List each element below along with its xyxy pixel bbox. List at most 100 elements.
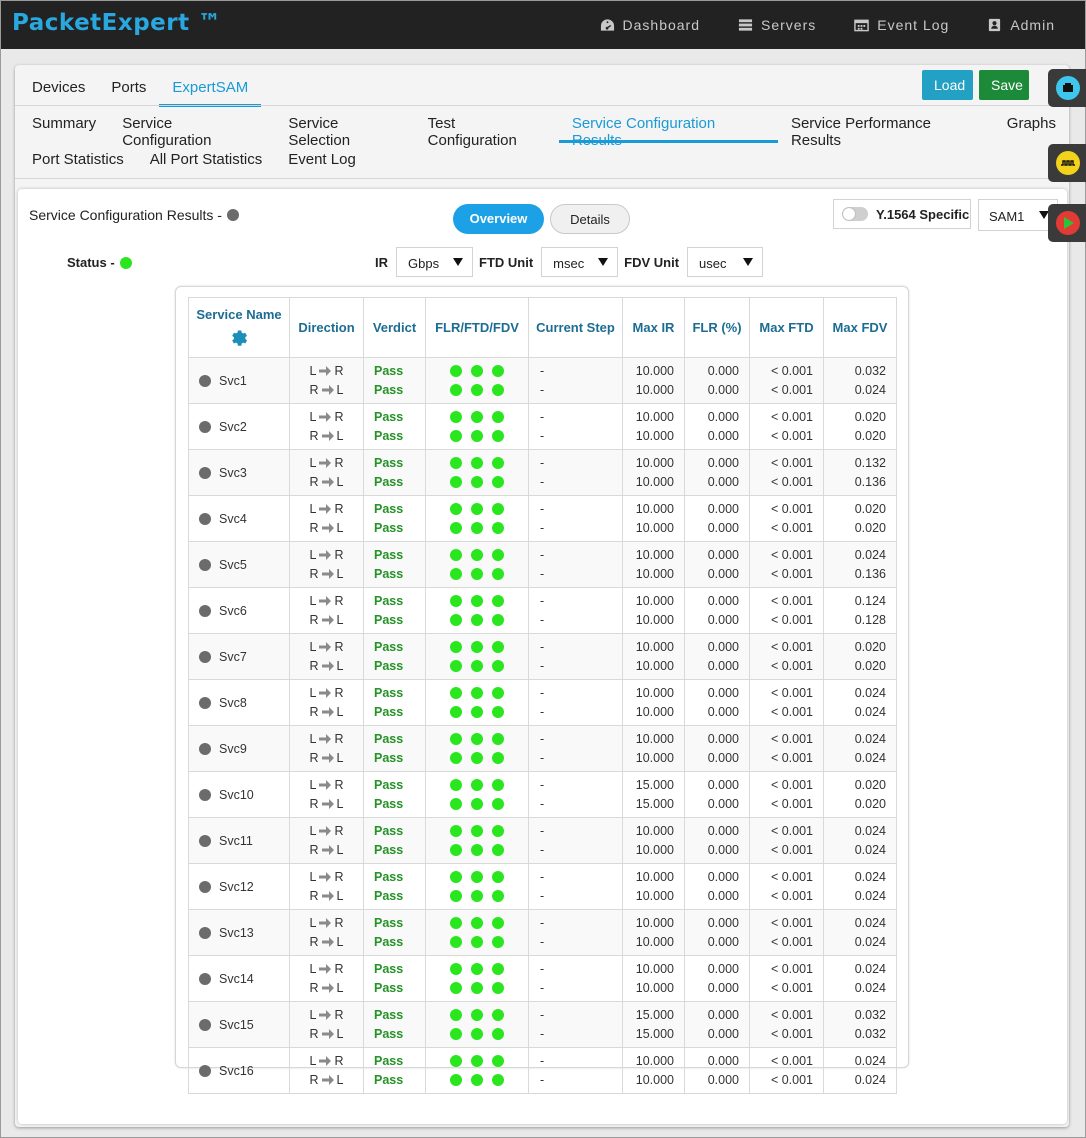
dir-to: L xyxy=(336,934,344,949)
table-row[interactable]: Svc9 L R R L Pass Pass - -10.000 10.000 0.000 0.000… xyxy=(188,725,897,772)
details-button[interactable]: Details xyxy=(550,204,630,234)
tab-devices[interactable]: Devices xyxy=(19,71,98,107)
service-status-dot xyxy=(199,1064,211,1077)
table-row[interactable]: Svc14 L R R L Pass Pass - -10.000 10.000 0.000 0.00… xyxy=(188,955,897,1002)
max-ir-rl: 10.000 xyxy=(635,980,674,995)
col-service-name-label: Service Name xyxy=(196,307,282,322)
cell-current-step: -- xyxy=(528,1001,623,1048)
ftd-indicator xyxy=(471,430,483,442)
cell-flr: 0.000 0.000 xyxy=(684,1001,750,1048)
max-ftd-lr: < 0.001 xyxy=(770,409,813,424)
table-row[interactable]: Svc7 L R R L Pass Pass - -10.000 10.000 0.000 0.000… xyxy=(188,633,897,680)
indicator-row-rl xyxy=(426,381,528,400)
nav-admin[interactable]: Admin xyxy=(987,17,1055,33)
table-row[interactable]: Svc13 L R R L Pass Pass - -10.000 10.000 0.000 0.00… xyxy=(188,909,897,956)
fdv-indicator xyxy=(492,476,504,488)
cell-direction: LRRL xyxy=(289,541,364,588)
table-row[interactable]: Svc2 L R R L Pass Pass - -10.000 10.000 0.000 0.000… xyxy=(188,403,897,450)
dir-from: L xyxy=(309,455,317,470)
save-button[interactable]: Save xyxy=(979,70,1029,100)
table-row[interactable]: Svc8 L R R L Pass Pass - -10.000 10.000 0.000 0.000… xyxy=(188,679,897,726)
table-row[interactable]: Svc5 L R R L Pass Pass - -10.000 10.000 0.000 0.000… xyxy=(188,541,897,588)
table-row[interactable]: Svc11 L R R L Pass Pass - -10.000 10.000 0.000 0.00… xyxy=(188,817,897,864)
tab-test-configuration[interactable]: Test Configuration xyxy=(415,107,559,149)
ftd-unit-select[interactable]: msec xyxy=(541,247,619,277)
nav-servers[interactable]: Servers xyxy=(738,17,816,33)
arrow-right-icon xyxy=(321,799,334,809)
brand-logo[interactable]: PacketExpert ™ xyxy=(12,10,222,36)
table-row[interactable]: Svc6 L R R L Pass Pass - -10.000 10.000 0.000 0.000… xyxy=(188,587,897,634)
table-row[interactable]: Svc10 L R R L Pass Pass - -15.000 15.000 0.000 0.00… xyxy=(188,771,897,818)
flr-indicator xyxy=(450,733,462,745)
service-name: Svc4 xyxy=(219,511,247,526)
tab-ports[interactable]: Ports xyxy=(98,71,159,107)
sub-tabs-row2: Port Statistics All Port Statistics Even… xyxy=(19,143,369,179)
cell-verdict: Pass Pass xyxy=(363,541,426,588)
verdict-lr: Pass xyxy=(374,1007,404,1022)
tab-port-statistics[interactable]: Port Statistics xyxy=(19,143,137,179)
table-row[interactable]: Svc16 L R R L Pass Pass - -10.000 10.000 0.000 0.00… xyxy=(188,1047,897,1094)
tab-summary[interactable]: Summary xyxy=(19,107,109,143)
flr-lr: 0.000 xyxy=(707,501,739,516)
sub-tabs: Summary Service Configuration Service Se… xyxy=(19,107,1069,149)
table-row[interactable]: Svc4 L R R L Pass Pass - -10.000 10.000 0.000 0.000… xyxy=(188,495,897,542)
cell-max-fdv: 0.020 0.020 xyxy=(823,495,897,542)
ftd-indicator xyxy=(471,917,483,929)
gear-icon[interactable] xyxy=(229,328,249,348)
nav-event-log[interactable]: Event Log xyxy=(854,17,949,33)
load-button[interactable]: Load xyxy=(922,70,973,100)
tab-service-configuration-results[interactable]: Service Configuration Results xyxy=(558,107,778,149)
step-lr: - xyxy=(540,823,545,838)
flr-lr: 0.000 xyxy=(707,1053,739,1068)
cell-current-step: -- xyxy=(528,587,623,634)
cell-max-fdv: 0.024 0.024 xyxy=(823,1047,897,1094)
fdv-indicator xyxy=(492,1028,504,1040)
flr-indicator xyxy=(450,411,462,423)
tab-graphs[interactable]: Graphs xyxy=(994,107,1069,143)
max-ir-lr: 10.000 xyxy=(635,1053,674,1068)
cell-max-ftd: < 0.001 < 0.001 xyxy=(749,863,824,910)
tab-service-configuration[interactable]: Service Configuration xyxy=(109,107,275,149)
service-status-dot xyxy=(199,558,211,571)
cell-flr-ftd-fdv xyxy=(425,817,529,864)
overview-button[interactable]: Overview xyxy=(453,204,544,234)
nav-dashboard[interactable]: Dashboard xyxy=(600,17,701,33)
indicator-row-rl xyxy=(426,979,528,998)
cell-current-step: -- xyxy=(528,725,623,772)
ftd-indicator xyxy=(471,1028,483,1040)
ftd-indicator xyxy=(471,549,483,561)
tab-divider-2 xyxy=(15,178,1069,179)
direction-l-to-r: LR xyxy=(290,960,363,979)
table-row[interactable]: Svc1 L R R L Pass Pass - -10.000 10.000 0.000 0.000… xyxy=(188,357,897,404)
ir-unit-select[interactable]: Gbps xyxy=(396,247,473,277)
dir-from: L xyxy=(309,639,317,654)
table-row[interactable]: Svc3 L R R L Pass Pass - -10.000 10.000 0.000 0.000… xyxy=(188,449,897,496)
tab-service-selection[interactable]: Service Selection xyxy=(275,107,414,149)
float-network-button[interactable] xyxy=(1048,69,1086,107)
step-rl: - xyxy=(540,566,545,581)
ftd-indicator xyxy=(471,1055,483,1067)
y1564-toggle[interactable]: Y.1564 Specific xyxy=(833,199,971,229)
arrow-right-icon xyxy=(319,412,332,422)
service-name: Svc13 xyxy=(219,925,254,940)
tab-event-log[interactable]: Event Log xyxy=(275,143,369,179)
float-play-button[interactable] xyxy=(1048,204,1086,242)
direction-r-to-l: RL xyxy=(290,427,363,446)
col-direction: Direction xyxy=(289,297,364,358)
sam-select[interactable]: SAM1 xyxy=(978,199,1058,231)
max-ftd-lr: < 0.001 xyxy=(770,501,813,516)
table-row[interactable]: Svc15 L R R L Pass Pass - -15.000 15.000 0.000 0.00… xyxy=(188,1001,897,1048)
verdict-lr: Pass xyxy=(374,1053,404,1068)
table-row[interactable]: Svc12 L R R L Pass Pass - -10.000 10.000 0.000 0.00… xyxy=(188,863,897,910)
toggle-switch[interactable] xyxy=(842,207,868,221)
float-waveform-button[interactable] xyxy=(1048,144,1086,182)
tab-expertsam[interactable]: ExpertSAM xyxy=(159,71,262,107)
tab-service-performance-results[interactable]: Service Performance Results xyxy=(778,107,994,149)
fdv-indicator xyxy=(492,503,504,515)
fdv-unit-select[interactable]: usec xyxy=(687,247,764,277)
tab-all-port-statistics[interactable]: All Port Statistics xyxy=(137,143,276,179)
direction-r-to-l: RL xyxy=(290,703,363,722)
max-ir-rl: 15.000 xyxy=(635,1026,674,1041)
step-lr: - xyxy=(540,961,545,976)
max-fdv-rl: 0.024 xyxy=(854,382,886,397)
